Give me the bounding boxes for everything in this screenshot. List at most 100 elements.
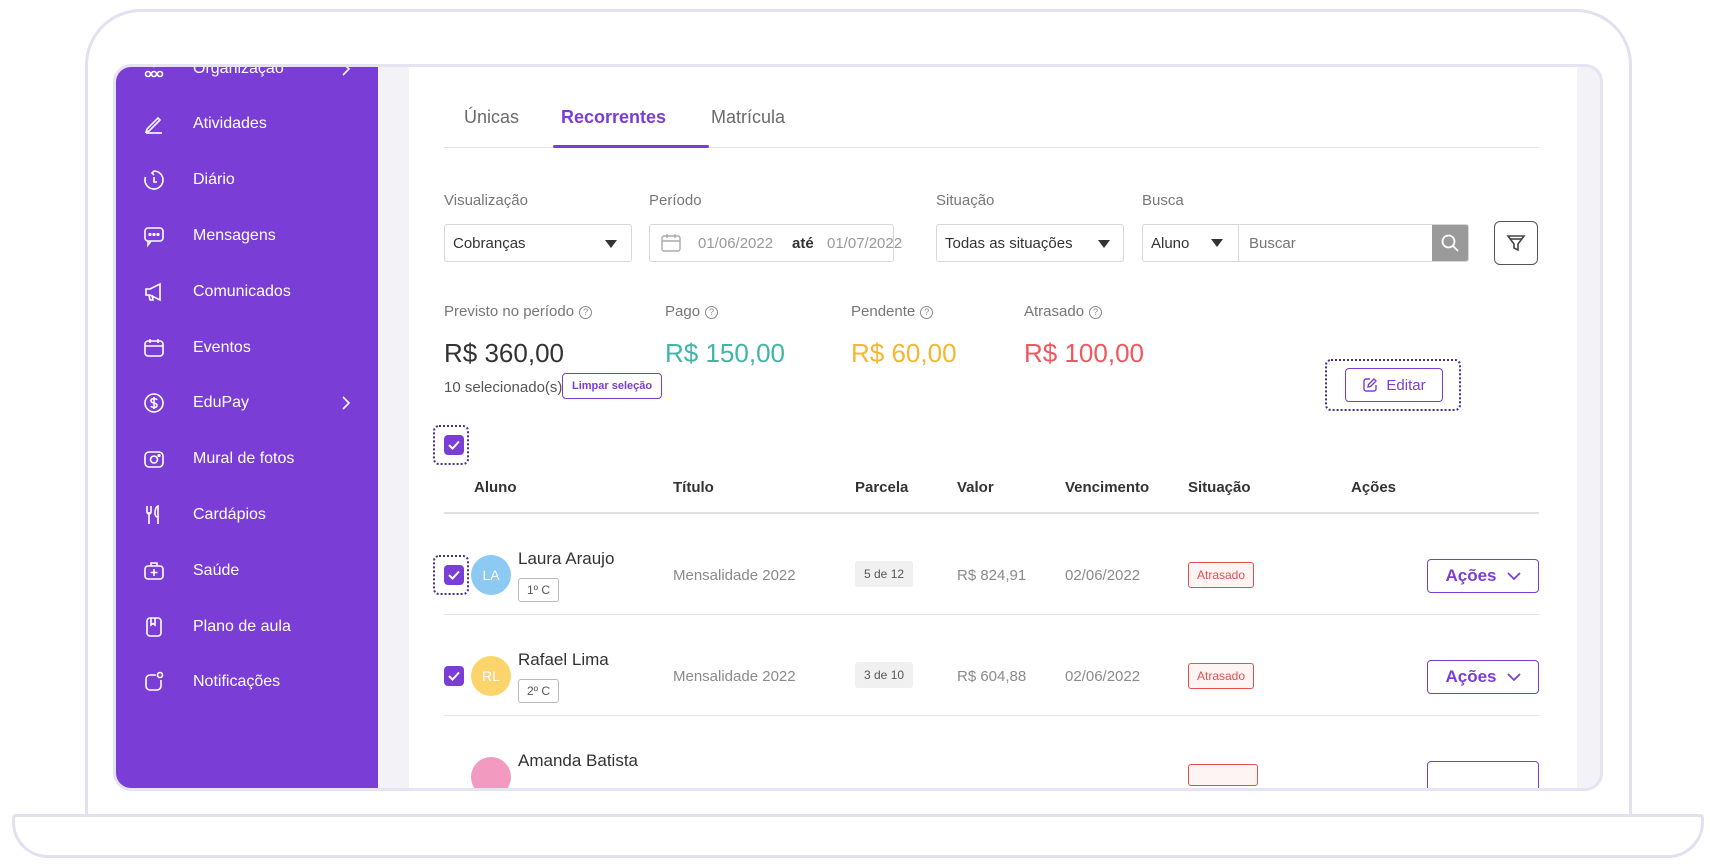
sidebar-item-label: Eventos — [193, 339, 251, 356]
student-name[interactable]: Amanda Batista — [518, 751, 638, 771]
class-badge: 1º C — [518, 578, 560, 602]
row-actions-dropdown[interactable] — [1427, 761, 1539, 788]
pending-label: Pendente? — [851, 303, 934, 320]
sidebar-item-eventos[interactable]: Eventos — [116, 328, 378, 368]
period-range-picker[interactable]: 01/06/2022 até 01/07/2022 — [649, 224, 902, 262]
sidebar-item-atividades[interactable]: Atividades — [116, 104, 378, 144]
advanced-filter-button[interactable] — [1494, 221, 1538, 265]
period-from[interactable]: 01/06/2022 — [698, 235, 773, 252]
student-name[interactable]: Laura Araujo — [518, 549, 614, 569]
sidebar-item-label: Mensagens — [193, 227, 276, 244]
sidebar-item-comunicados[interactable]: Comunicados — [116, 272, 378, 312]
paid-value: R$ 150,00 — [665, 338, 785, 368]
row-checkbox[interactable] — [444, 666, 464, 686]
status-badge: Atrasado — [1188, 562, 1255, 588]
late-value: R$ 100,00 — [1024, 338, 1144, 368]
sidebar-item-label: Atividades — [193, 115, 267, 132]
sidebar-item-label: Cardápios — [193, 506, 266, 523]
tab-recorrentes[interactable]: Recorrentes — [561, 107, 666, 128]
help-icon[interactable]: ? — [579, 306, 593, 319]
caret-down-icon — [1098, 240, 1110, 248]
sidebar-item-diario[interactable]: Diário — [116, 160, 378, 200]
col-header-due[interactable]: Vencimento — [1065, 479, 1149, 496]
view-select[interactable]: Cobranças — [444, 224, 632, 262]
calendar-icon — [661, 234, 681, 252]
row-actions-label: Ações — [1445, 667, 1497, 686]
sidebar-item-plano-de-aula[interactable]: Plano de aula — [116, 607, 378, 647]
laptop-base — [12, 814, 1704, 858]
select-all-checkbox[interactable] — [444, 435, 464, 455]
sidebar-item-notificacoes[interactable]: Notificações — [116, 662, 378, 702]
col-header-value[interactable]: Valor — [957, 479, 994, 496]
tab-unicas[interactable]: Únicas — [464, 107, 519, 128]
pending-label-text: Pendente — [851, 303, 916, 320]
org-icon — [144, 67, 164, 78]
table-row: Amanda Batista — [409, 716, 1577, 788]
medkit-icon — [144, 562, 164, 580]
col-header-title[interactable]: Título — [673, 479, 714, 496]
status-filter-label: Situação — [936, 192, 995, 209]
sidebar-item-mural-de-fotos[interactable]: Mural de fotos — [116, 439, 378, 479]
help-icon[interactable]: ? — [920, 306, 934, 319]
view-filter-label: Visualização — [444, 192, 528, 209]
avatar: RL — [471, 656, 511, 696]
charge-title: Mensalidade 2022 — [673, 668, 796, 685]
table-row: LA Laura Araujo 1º C Mensalidade 2022 5 … — [409, 514, 1577, 614]
avatar — [471, 757, 511, 788]
pencil-icon — [144, 116, 162, 134]
row-actions-dropdown[interactable]: Ações — [1427, 559, 1539, 593]
app-screen: Organização Atividades Diário Mensagens … — [113, 64, 1603, 791]
charge-value: R$ 604,88 — [957, 668, 1027, 685]
chevron-down-icon — [1506, 572, 1521, 581]
sidebar-item-label: EduPay — [193, 394, 250, 411]
tab-matricula[interactable]: Matrícula — [711, 107, 785, 128]
megaphone-icon — [145, 282, 161, 302]
clear-selection-button[interactable]: Limpar seleção — [562, 373, 663, 399]
col-header-actions: Ações — [1351, 479, 1397, 496]
search-button[interactable] — [1432, 225, 1468, 261]
search-input[interactable] — [1240, 225, 1434, 261]
col-header-installment[interactable]: Parcela — [855, 479, 908, 496]
sidebar-item-saude[interactable]: Saúde — [116, 551, 378, 591]
status-badge — [1188, 764, 1258, 786]
sidebar-item-mensagens[interactable]: Mensagens — [116, 216, 378, 256]
search-icon — [1441, 234, 1459, 252]
status-badge: Atrasado — [1188, 663, 1255, 689]
search-group: Aluno — [1142, 224, 1469, 262]
sidebar-item-organizacao[interactable]: Organização — [116, 67, 378, 89]
cutlery-icon — [146, 504, 159, 524]
sidebar-item-edupay[interactable]: EduPay — [116, 383, 378, 423]
lesson-plan-icon — [146, 617, 162, 637]
pending-value: R$ 60,00 — [851, 338, 957, 368]
row-actions-dropdown[interactable]: Ações — [1427, 660, 1539, 694]
row-checkbox[interactable] — [444, 565, 464, 585]
caret-down-icon — [605, 240, 617, 248]
chevron-down-icon — [1506, 673, 1521, 682]
status-select[interactable]: Todas as situações — [936, 224, 1124, 262]
check-icon — [448, 440, 460, 450]
col-header-status[interactable]: Situação — [1188, 479, 1251, 496]
student-name[interactable]: Rafael Lima — [518, 650, 609, 670]
late-label-text: Atrasado — [1024, 303, 1085, 320]
period-separator: até — [792, 234, 814, 252]
notification-icon — [145, 671, 164, 691]
sidebar-item-cardapios[interactable]: Cardápios — [116, 495, 378, 535]
search-scope-select[interactable]: Aluno — [1143, 225, 1239, 261]
camera-icon — [144, 451, 164, 468]
late-label: Atrasado? — [1024, 303, 1103, 320]
diary-icon — [144, 170, 164, 190]
col-header-student[interactable]: Aluno — [474, 479, 517, 496]
chat-icon — [144, 227, 164, 248]
installment-badge: 3 de 10 — [855, 662, 914, 688]
help-icon[interactable]: ? — [1089, 306, 1103, 319]
help-icon[interactable]: ? — [705, 306, 719, 319]
sidebar-item-label: Saúde — [193, 562, 240, 579]
check-icon — [448, 671, 460, 681]
chevron-right-icon — [342, 67, 351, 76]
caret-down-icon — [1211, 239, 1223, 247]
active-tab-indicator — [553, 145, 709, 148]
period-to[interactable]: 01/07/2022 — [827, 235, 902, 252]
check-icon — [448, 570, 460, 580]
edit-button[interactable]: Editar — [1345, 368, 1443, 402]
table-row: RL Rafael Lima 2º C Mensalidade 2022 3 d… — [409, 615, 1577, 715]
